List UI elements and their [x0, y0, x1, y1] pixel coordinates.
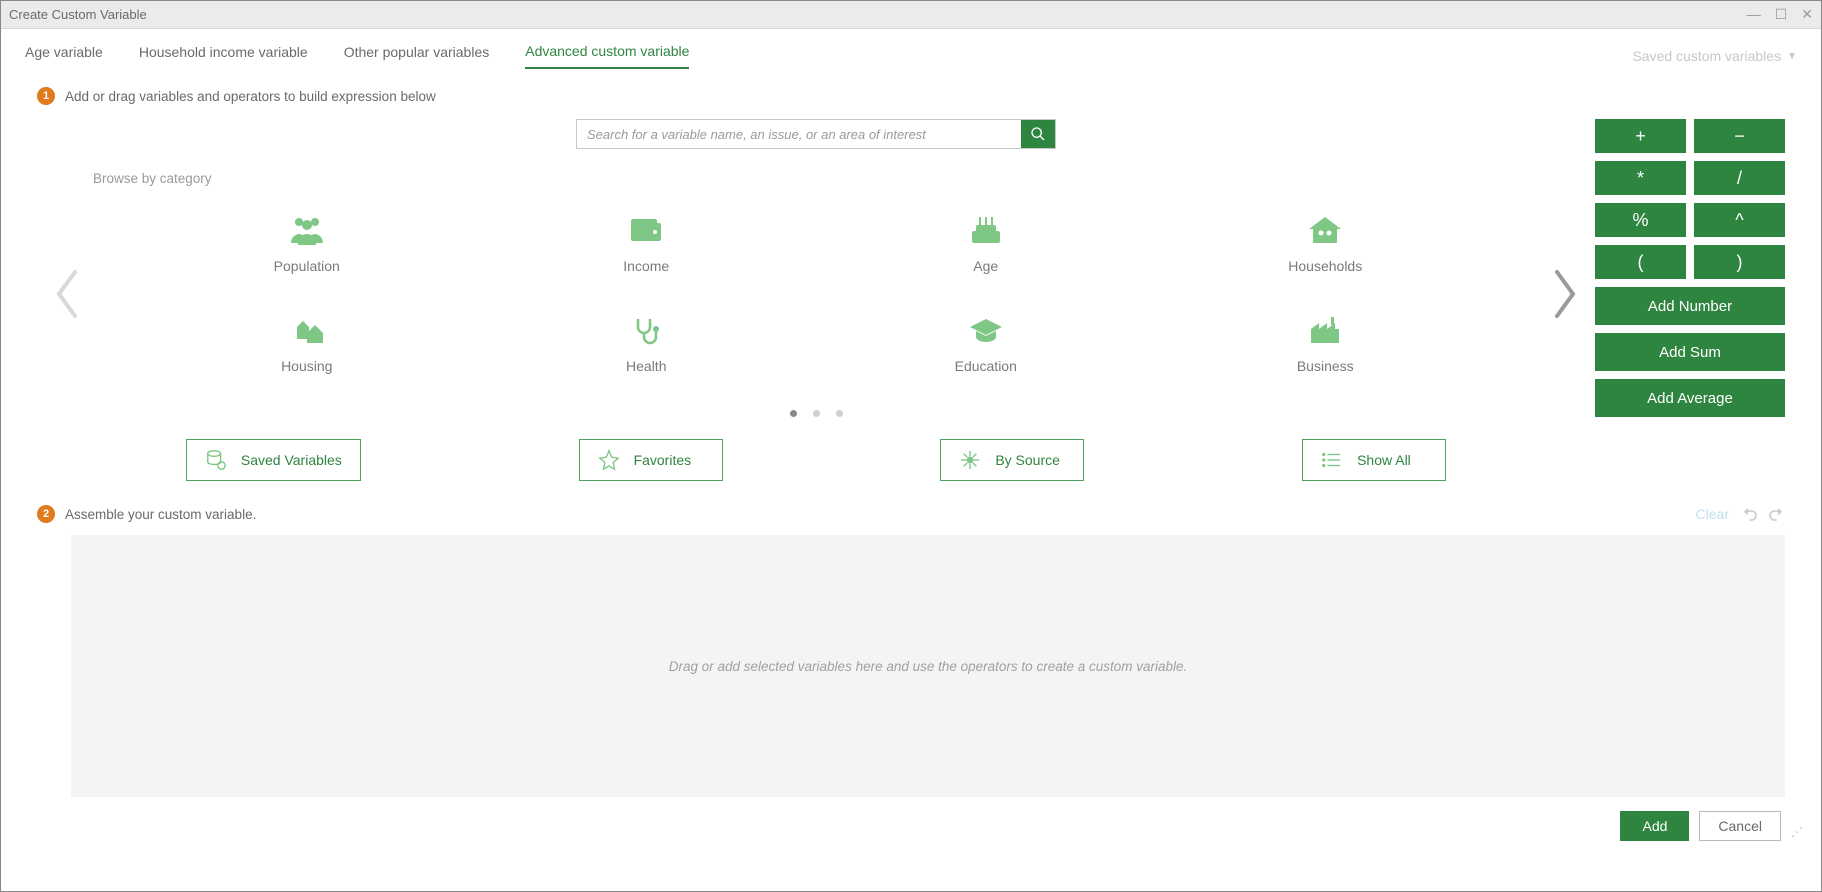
- tab-advanced-custom[interactable]: Advanced custom variable: [525, 43, 689, 69]
- drop-hint: Drag or add selected variables here and …: [669, 659, 1188, 674]
- wallet-icon: [626, 214, 666, 246]
- category-housing[interactable]: Housing: [137, 314, 477, 374]
- category-label: Health: [626, 358, 666, 374]
- category-label: Age: [973, 258, 998, 274]
- cancel-button[interactable]: Cancel: [1699, 811, 1781, 841]
- show-all-button[interactable]: Show All: [1302, 439, 1446, 481]
- step2-header: 2 Assemble your custom variable. Clear: [1, 481, 1821, 529]
- browse-by-category-label: Browse by category: [93, 171, 1595, 186]
- by-source-button[interactable]: By Source: [940, 439, 1084, 481]
- operator-plus[interactable]: +: [1595, 119, 1686, 153]
- button-label: Favorites: [634, 452, 692, 468]
- add-sum-button[interactable]: Add Sum: [1595, 333, 1785, 371]
- carousel-prev[interactable]: [37, 268, 97, 320]
- category-label: Income: [623, 258, 669, 274]
- favorites-button[interactable]: Favorites: [579, 439, 723, 481]
- operator-rparen[interactable]: ): [1694, 245, 1785, 279]
- carousel-dot-1[interactable]: [790, 410, 797, 417]
- carousel-dot-3[interactable]: [836, 410, 843, 417]
- button-label: Saved Variables: [241, 452, 342, 468]
- maximize-button[interactable]: ☐: [1775, 6, 1788, 23]
- clear-link[interactable]: Clear: [1696, 506, 1729, 522]
- minimize-button[interactable]: —: [1747, 6, 1761, 23]
- star-icon: [598, 449, 620, 471]
- button-label: By Source: [995, 452, 1060, 468]
- window-controls: — ☐ ✕: [1747, 6, 1813, 23]
- category-label: Households: [1288, 258, 1362, 274]
- redo-icon[interactable]: [1767, 505, 1785, 523]
- database-icon: [205, 449, 227, 471]
- search-box: [576, 119, 1056, 149]
- category-business[interactable]: Business: [1156, 314, 1496, 374]
- tab-household-income[interactable]: Household income variable: [139, 44, 308, 68]
- operator-power[interactable]: ^: [1694, 203, 1785, 237]
- resize-grip[interactable]: ⋰: [1791, 825, 1803, 841]
- category-age[interactable]: Age: [816, 214, 1156, 274]
- expression-drop-area[interactable]: Drag or add selected variables here and …: [71, 535, 1785, 797]
- add-button[interactable]: Add: [1620, 811, 1689, 841]
- operator-percent[interactable]: %: [1595, 203, 1686, 237]
- category-income[interactable]: Income: [477, 214, 817, 274]
- tabs-row: Age variable Household income variable O…: [1, 29, 1821, 69]
- house-people-icon: [1305, 214, 1345, 246]
- stethoscope-icon: [626, 314, 666, 346]
- carousel-next[interactable]: [1535, 268, 1595, 320]
- chevron-down-icon: ▼: [1787, 51, 1797, 62]
- category-label: Housing: [281, 358, 332, 374]
- tab-age-variable[interactable]: Age variable: [25, 44, 103, 68]
- list-icon: [1321, 449, 1343, 471]
- dialog-footer: Add Cancel ⋰: [1, 797, 1821, 841]
- category-health[interactable]: Health: [477, 314, 817, 374]
- window-title: Create Custom Variable: [9, 7, 1747, 22]
- undo-icon[interactable]: [1741, 505, 1759, 523]
- people-icon: [287, 214, 327, 246]
- source-icon: [959, 449, 981, 471]
- step2-text: Assemble your custom variable.: [65, 507, 256, 522]
- button-label: Show All: [1357, 452, 1411, 468]
- search-icon: [1030, 126, 1046, 142]
- factory-icon: [1305, 314, 1345, 346]
- category-education[interactable]: Education: [816, 314, 1156, 374]
- saved-variables-button[interactable]: Saved Variables: [186, 439, 361, 481]
- graduation-cap-icon: [966, 314, 1006, 346]
- saved-custom-variables-dropdown[interactable]: Saved custom variables ▼: [1632, 48, 1797, 64]
- step1-badge: 1: [37, 87, 55, 105]
- operator-divide[interactable]: /: [1694, 161, 1785, 195]
- cake-icon: [966, 214, 1006, 246]
- houses-icon: [287, 314, 327, 346]
- tab-other-popular[interactable]: Other popular variables: [344, 44, 490, 68]
- add-average-button[interactable]: Add Average: [1595, 379, 1785, 417]
- saved-custom-variables-label: Saved custom variables: [1632, 48, 1781, 64]
- carousel-dots: [37, 410, 1595, 417]
- category-households[interactable]: Households: [1156, 214, 1496, 274]
- category-label: Population: [274, 258, 340, 274]
- category-label: Business: [1297, 358, 1354, 374]
- carousel-dot-2[interactable]: [813, 410, 820, 417]
- step2-badge: 2: [37, 505, 55, 523]
- search-button[interactable]: [1021, 120, 1055, 148]
- operator-minus[interactable]: −: [1694, 119, 1785, 153]
- category-population[interactable]: Population: [137, 214, 477, 274]
- category-label: Education: [955, 358, 1017, 374]
- step1-text: Add or drag variables and operators to b…: [65, 89, 436, 104]
- add-number-button[interactable]: Add Number: [1595, 287, 1785, 325]
- titlebar: Create Custom Variable — ☐ ✕: [1, 1, 1821, 29]
- close-button[interactable]: ✕: [1801, 6, 1813, 23]
- category-carousel: Population Income Age: [37, 196, 1595, 392]
- operator-multiply[interactable]: *: [1595, 161, 1686, 195]
- search-input[interactable]: [577, 120, 1021, 148]
- operator-panel: + − * / % ^ ( ) Add Number Add Sum Add A…: [1595, 115, 1785, 481]
- operator-lparen[interactable]: (: [1595, 245, 1686, 279]
- step1-header: 1 Add or drag variables and operators to…: [1, 69, 1821, 105]
